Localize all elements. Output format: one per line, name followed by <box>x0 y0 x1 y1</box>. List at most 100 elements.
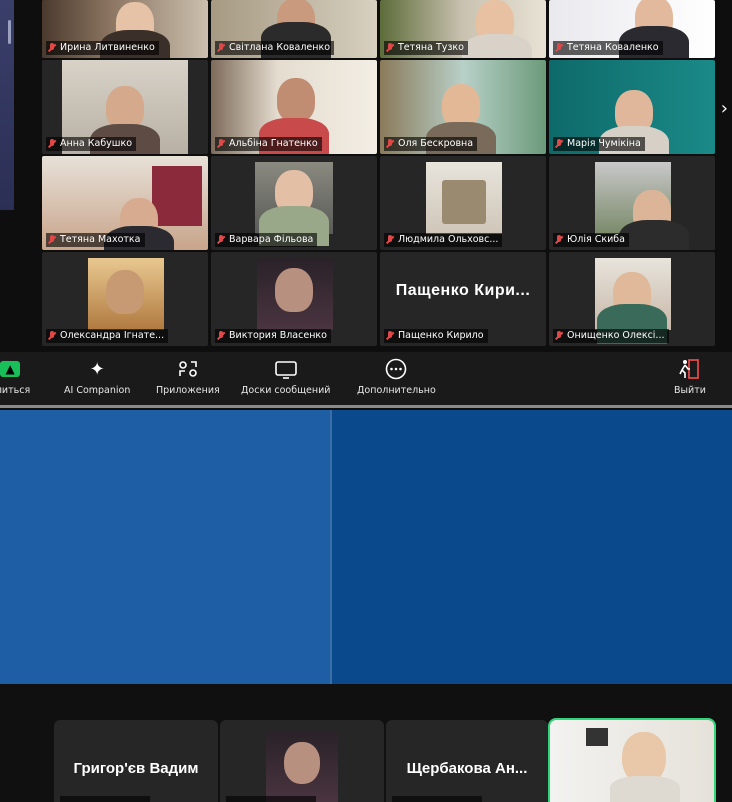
participant-tile-active-speaker[interactable] <box>548 718 716 802</box>
more-label: Дополнительно <box>357 385 436 396</box>
meeting-window: Ирина Литвиненко Світлана Коваленко Тетя… <box>0 0 732 410</box>
share-button[interactable]: ▲ елиться <box>0 358 30 396</box>
participant-name: Оля Бескровна <box>398 138 474 149</box>
participant-name-label: Людмила Ольховс... <box>384 233 503 247</box>
participant-display-name: Григор'єв Вадим <box>73 760 199 777</box>
more-icon <box>384 358 408 380</box>
blue-panel-left <box>0 410 330 684</box>
participant-name-label <box>226 796 316 802</box>
participant-name-label: Світлана Коваленко <box>215 41 335 55</box>
sparkle-icon: ✦ <box>89 358 105 380</box>
mic-muted-icon <box>555 331 563 341</box>
participant-name-label: Тетяна Тузко <box>384 41 468 55</box>
participant-name-label: Оля Бескровна <box>384 137 478 151</box>
participant-name: Альбіна Гнатенко <box>229 138 318 149</box>
participant-name: Виктория Власенко <box>229 330 327 341</box>
participant-display-name: Пащенко Кири... <box>395 282 531 299</box>
participant-name-label: Тетяна Махотка <box>46 233 145 247</box>
participant-tile[interactable]: Тетяна Коваленко <box>549 0 715 58</box>
participant-tile[interactable]: Щербакова Ан... <box>386 720 548 802</box>
participant-tile[interactable]: Світлана Коваленко <box>211 0 377 58</box>
participant-name: Онищенко Олексі... <box>567 330 665 341</box>
apps-button[interactable]: Приложения <box>156 358 220 396</box>
mic-muted-icon <box>217 235 225 245</box>
participant-tile[interactable]: Онищенко Олексі... <box>549 252 715 346</box>
mic-muted-icon <box>48 235 56 245</box>
exit-icon <box>678 358 702 380</box>
mic-muted-icon <box>217 43 225 53</box>
participant-name-label: Пащенко Кирило <box>384 329 488 343</box>
participant-name-label: Тетяна Коваленко <box>553 41 663 55</box>
mic-muted-icon <box>217 331 225 341</box>
participant-tile[interactable] <box>220 720 384 802</box>
apps-label: Приложения <box>156 385 220 396</box>
participant-tile[interactable]: Тетяна Махотка <box>42 156 208 250</box>
share-screen-icon: ▲ <box>0 361 21 377</box>
participant-name-label: Ирина Литвиненко <box>46 41 159 55</box>
separator <box>0 405 732 408</box>
participant-name: Тетяна Коваленко <box>567 42 659 53</box>
ai-companion-label: AI Companion <box>64 385 131 396</box>
leave-button[interactable]: Выйти <box>674 358 706 396</box>
ai-companion-button[interactable]: ✦ AI Companion <box>64 358 131 397</box>
participant-tile[interactable]: Виктория Власенко <box>211 252 377 346</box>
side-panel-edge <box>0 0 14 210</box>
meeting-toolbar: ▲ елиться ✦ AI Companion Приложения Доск… <box>0 352 732 408</box>
participant-tile[interactable]: Юлія Скиба <box>549 156 715 250</box>
participant-name: Ирина Литвиненко <box>60 42 155 53</box>
participant-name-label: Варвара Фільова <box>215 233 318 247</box>
mic-muted-icon <box>555 139 563 149</box>
participant-name-label: Альбіна Гнатенко <box>215 137 322 151</box>
mic-muted-icon <box>217 139 225 149</box>
participant-name: Марія Чумікіна <box>567 138 641 149</box>
participant-tile[interactable]: Олександра Ігнате... <box>42 252 208 346</box>
participant-name: Тетяна Махотка <box>60 234 141 245</box>
participant-tile[interactable]: Тетяна Тузко <box>380 0 546 58</box>
participant-name: Варвара Фільова <box>229 234 314 245</box>
participant-name-label: Олександра Ігнате... <box>46 329 169 343</box>
mic-muted-icon <box>386 235 394 245</box>
mic-muted-icon <box>555 43 563 53</box>
leave-label: Выйти <box>674 385 706 396</box>
participant-tile[interactable]: Ирина Литвиненко <box>42 0 208 58</box>
participant-name-label: Марія Чумікіна <box>553 137 645 151</box>
participant-display-name: Щербакова Ан... <box>406 760 528 777</box>
mic-muted-icon <box>48 139 56 149</box>
participant-tile[interactable]: Пащенко Кири... Пащенко Кирило <box>380 252 546 346</box>
mic-muted-icon <box>386 43 394 53</box>
participant-tile[interactable]: Варвара Фільова <box>211 156 377 250</box>
participant-tile[interactable]: Григор'єв Вадим <box>54 720 218 802</box>
participant-name: Пащенко Кирило <box>398 330 484 341</box>
participant-face <box>284 742 320 784</box>
participant-name-label: Онищенко Олексі... <box>553 329 669 343</box>
apps-icon <box>177 358 199 380</box>
whiteboard-icon <box>274 358 298 380</box>
participant-tile[interactable]: Людмила Ольховс... <box>380 156 546 250</box>
mic-muted-icon <box>386 139 394 149</box>
blue-panel-right <box>332 410 732 684</box>
boards-button[interactable]: Доски сообщений <box>241 358 330 396</box>
mic-muted-icon <box>48 43 56 53</box>
participant-tile[interactable]: Альбіна Гнатенко <box>211 60 377 154</box>
participant-tile[interactable]: Марія Чумікіна <box>549 60 715 154</box>
participant-name: Людмила Ольховс... <box>398 234 499 245</box>
participant-body <box>610 776 680 802</box>
share-label: елиться <box>0 385 31 396</box>
mic-muted-icon <box>386 331 394 341</box>
wall-frame <box>586 728 608 746</box>
participant-tile[interactable]: Оля Бескровна <box>380 60 546 154</box>
more-button[interactable]: Дополнительно <box>357 358 436 396</box>
participant-name-label: Виктория Власенко <box>215 329 331 343</box>
participant-name: Юлія Скиба <box>567 234 625 245</box>
boards-label: Доски сообщений <box>241 385 331 396</box>
participant-name-label <box>60 796 150 802</box>
mic-muted-icon <box>555 235 563 245</box>
participant-name-label: Юлія Скиба <box>553 233 629 247</box>
participant-name: Тетяна Тузко <box>398 42 464 53</box>
participant-name-label: Анна Кабушко <box>46 137 137 151</box>
mic-muted-icon <box>48 331 56 341</box>
participant-name: Світлана Коваленко <box>229 42 331 53</box>
chevron-right-icon[interactable]: › <box>721 98 728 119</box>
participant-name-label <box>392 796 482 802</box>
participant-tile[interactable]: Анна Кабушко <box>42 60 208 154</box>
